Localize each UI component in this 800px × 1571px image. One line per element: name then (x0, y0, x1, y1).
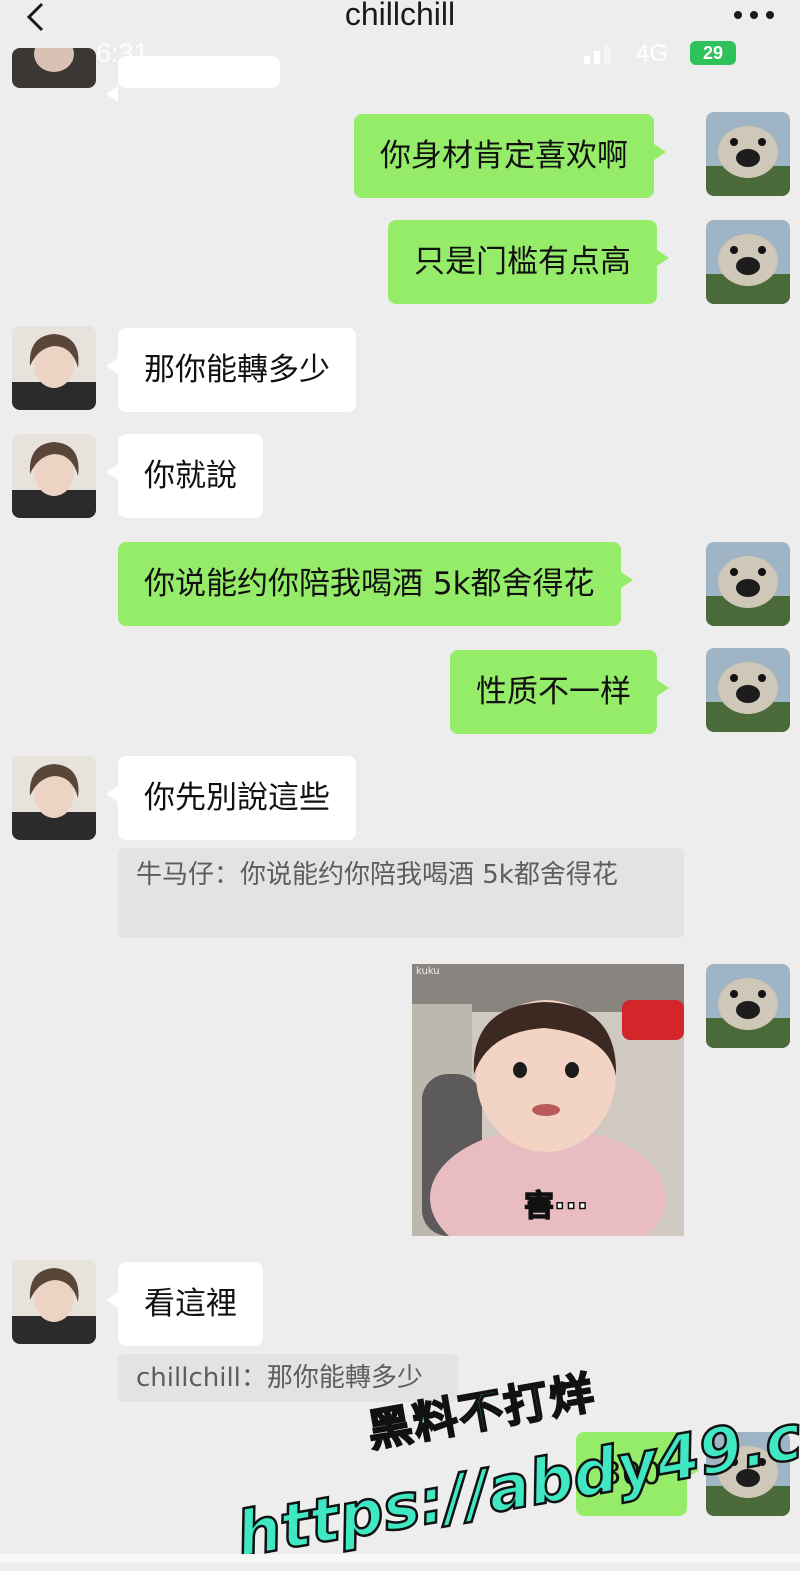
contact-avatar[interactable] (12, 48, 96, 88)
more-options-icon[interactable] (732, 4, 776, 26)
my-avatar[interactable] (706, 112, 790, 196)
contact-avatar[interactable] (12, 756, 96, 840)
contact-message-bubble[interactable]: 那你能轉多少 (106, 328, 356, 412)
my-message-bubble[interactable]: 你说能约你陪我喝酒 5k都舍得花 (118, 542, 633, 626)
contact-message-bubble[interactable]: 你就說 (106, 434, 263, 518)
image-caption: 害··· (524, 1189, 588, 1224)
chat-header: chillchill (0, 0, 800, 40)
contact-avatar[interactable] (12, 326, 96, 410)
my-message-bubble[interactable]: 只是门槛有点高 (388, 220, 669, 304)
my-avatar[interactable] (706, 542, 790, 626)
my-message-bubble[interactable]: 性质不一样 (450, 650, 669, 734)
my-message-bubble[interactable]: 你身材肯定喜欢啊 (354, 114, 666, 198)
network-type: 4G (636, 40, 669, 67)
my-avatar[interactable] (706, 964, 790, 1048)
sticker-image: kuku 害··· (412, 964, 684, 1236)
battery-indicator: 29 (690, 41, 736, 65)
home-indicator-bar (0, 1554, 800, 1563)
contact-message-bubble[interactable]: 看這裡 (106, 1262, 263, 1346)
contact-message-bubble[interactable]: 你先別說這些 (106, 756, 356, 840)
contact-avatar[interactable] (12, 1260, 96, 1344)
quoted-reply[interactable]: 牛马仔：你说能约你陪我喝酒 5k都舍得花 (118, 848, 684, 938)
my-avatar[interactable] (706, 648, 790, 732)
contact-avatar[interactable] (12, 434, 96, 518)
chat-title: chillchill (344, 0, 456, 32)
image-message[interactable]: kuku 害··· (412, 964, 684, 1236)
my-avatar[interactable] (706, 220, 790, 304)
partial-message-bubble[interactable] (106, 56, 280, 102)
signal-icon (584, 46, 610, 64)
image-source-label: kuku (416, 966, 440, 977)
